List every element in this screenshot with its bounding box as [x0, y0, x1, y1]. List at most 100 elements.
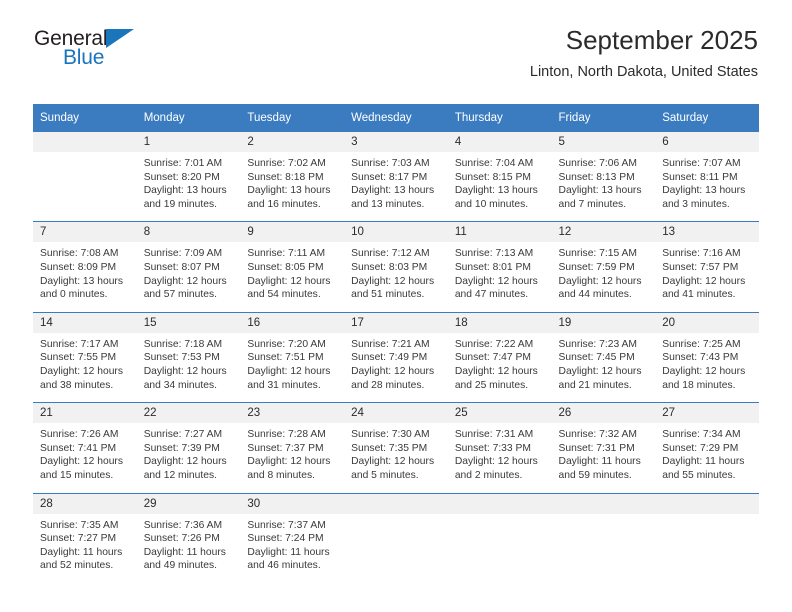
day-detail-text: Sunrise: 7:23 AM Sunset: 7:45 PM Daylight:… [552, 333, 656, 402]
day-detail-line: and 52 minutes. [40, 560, 114, 572]
day-detail-line: Daylight: 12 hours [351, 456, 435, 468]
day-number [551, 493, 656, 514]
day-number: 24 [344, 403, 448, 424]
day-detail-line: Sunset: 7:26 PM [143, 533, 220, 545]
day-detail-text: Sunrise: 7:25 AM Sunset: 7:43 PM Daylight:… [655, 333, 759, 402]
day-detail-line: Sunset: 7:41 PM [40, 442, 117, 454]
weekday-header-saturday: Saturday [655, 104, 759, 132]
day-detail-text: Sunrise: 7:16 AM Sunset: 7:57 PM Daylight:… [655, 242, 759, 311]
day-detail-line: Daylight: 13 hours [247, 185, 331, 197]
calendar-day-cell[interactable]: 8 Sunrise: 7:09 AM Sunset: 8:07 PM Daylight… [136, 221, 241, 313]
day-detail-text: Sunrise: 7:04 AM Sunset: 8:15 PM Daylight:… [448, 152, 552, 221]
day-detail-line: Daylight: 12 hours [558, 275, 642, 287]
calendar-body: 1 Sunrise: 7:01 AM Sunset: 8:20 PM Daylight… [33, 132, 759, 583]
day-number [344, 493, 448, 514]
day-detail-line: Sunset: 7:31 PM [558, 442, 635, 454]
calendar-day-cell[interactable]: 24 Sunrise: 7:30 AM Sunset: 7:35 PM Dayligh… [344, 402, 448, 493]
calendar-day-cell[interactable]: 13 Sunrise: 7:16 AM Sunset: 7:57 PM Dayligh… [655, 221, 759, 313]
calendar-day-cell[interactable]: 19 Sunrise: 7:23 AM Sunset: 7:45 PM Dayligh… [551, 311, 656, 403]
calendar-day-cell[interactable]: 16 Sunrise: 7:20 AM Sunset: 7:51 PM Dayligh… [240, 311, 345, 403]
day-detail-text: Sunrise: 7:34 AM Sunset: 7:29 PM Daylight:… [655, 423, 759, 492]
day-detail-line: Sunrise: 7:36 AM [143, 519, 223, 531]
calendar-day-cell[interactable]: 26 Sunrise: 7:32 AM Sunset: 7:31 PM Dayligh… [551, 402, 656, 493]
day-detail-line: Sunrise: 7:02 AM [247, 158, 326, 169]
day-number: 6 [655, 132, 759, 152]
calendar-cell-empty [447, 492, 552, 583]
calendar-day-cell[interactable]: 2 Sunrise: 7:02 AM Sunset: 8:18 PM Daylight… [240, 132, 345, 222]
logo-triangle-icon [106, 29, 135, 48]
calendar-day-cell[interactable]: 23 Sunrise: 7:28 AM Sunset: 7:37 PM Dayligh… [240, 402, 345, 493]
day-number: 11 [447, 222, 552, 243]
day-detail-text: Sunrise: 7:26 AM Sunset: 7:41 PM Daylight:… [33, 423, 137, 492]
day-detail-line: Sunrise: 7:09 AM [143, 248, 223, 260]
calendar-day-cell[interactable]: 4 Sunrise: 7:04 AM Sunset: 8:15 PM Daylight… [447, 132, 552, 222]
calendar-day-cell[interactable]: 21 Sunrise: 7:26 AM Sunset: 7:41 PM Dayligh… [33, 402, 137, 493]
calendar-day-cell[interactable]: 6 Sunrise: 7:07 AM Sunset: 8:11 PM Daylight… [655, 132, 759, 222]
calendar-day-cell[interactable]: 5 Sunrise: 7:06 AM Sunset: 8:13 PM Daylight… [551, 132, 656, 222]
day-number [655, 493, 759, 514]
calendar-page: General Blue September 2025 Linton, Nort… [0, 0, 792, 612]
calendar-day-cell[interactable]: 14 Sunrise: 7:17 AM Sunset: 7:55 PM Dayligh… [33, 311, 137, 403]
day-detail-line: Sunset: 7:49 PM [351, 352, 428, 364]
calendar-day-cell[interactable]: 18 Sunrise: 7:22 AM Sunset: 7:47 PM Dayligh… [447, 311, 552, 403]
day-detail-line: Daylight: 13 hours [454, 185, 538, 197]
day-detail-line: Sunset: 7:35 PM [351, 442, 428, 454]
day-detail-line: Sunrise: 7:12 AM [351, 248, 430, 260]
day-detail-line: and 28 minutes. [351, 379, 425, 391]
day-detail-text: Sunrise: 7:07 AM Sunset: 8:11 PM Daylight:… [655, 152, 759, 221]
calendar-day-cell[interactable]: 9 Sunrise: 7:11 AM Sunset: 8:05 PM Daylight… [240, 221, 345, 313]
calendar-week-row: 21 Sunrise: 7:26 AM Sunset: 7:41 PM Dayligh… [33, 402, 759, 493]
day-detail-line: Daylight: 13 hours [558, 185, 642, 197]
day-detail-text: Sunrise: 7:30 AM Sunset: 7:35 PM Daylight:… [344, 423, 448, 492]
day-detail-line: Sunrise: 7:31 AM [454, 429, 534, 441]
calendar-day-cell[interactable]: 25 Sunrise: 7:31 AM Sunset: 7:33 PM Dayligh… [447, 402, 552, 493]
day-detail-line: Daylight: 12 hours [143, 456, 227, 468]
calendar-day-cell[interactable]: 11 Sunrise: 7:13 AM Sunset: 8:01 PM Dayligh… [447, 221, 552, 313]
day-detail-line: and 55 minutes. [662, 469, 736, 481]
day-number: 21 [33, 403, 137, 424]
calendar-day-cell[interactable]: 20 Sunrise: 7:25 AM Sunset: 7:43 PM Dayligh… [655, 311, 759, 403]
calendar-day-cell[interactable]: 15 Sunrise: 7:18 AM Sunset: 7:53 PM Dayligh… [136, 311, 241, 403]
calendar-day-cell[interactable]: 3 Sunrise: 7:03 AM Sunset: 8:17 PM Daylight… [344, 132, 448, 222]
day-detail-line: Sunset: 8:13 PM [558, 171, 635, 183]
day-detail-text [33, 152, 137, 210]
day-detail-line: Sunrise: 7:01 AM [143, 158, 223, 169]
day-number: 30 [240, 493, 345, 514]
calendar-day-cell[interactable]: 10 Sunrise: 7:12 AM Sunset: 8:03 PM Dayligh… [344, 221, 448, 313]
calendar-day-cell[interactable]: 22 Sunrise: 7:27 AM Sunset: 7:39 PM Dayligh… [136, 402, 241, 493]
day-detail-text: Sunrise: 7:32 AM Sunset: 7:31 PM Daylight:… [552, 423, 656, 492]
day-detail-text [552, 514, 656, 572]
calendar-day-cell[interactable]: 29 Sunrise: 7:36 AM Sunset: 7:26 PM Dayligh… [136, 492, 241, 583]
day-detail-line: Sunset: 7:45 PM [558, 352, 635, 364]
calendar-day-cell[interactable]: 30 Sunrise: 7:37 AM Sunset: 7:24 PM Dayligh… [240, 492, 345, 583]
day-detail-line: Sunset: 8:15 PM [454, 171, 531, 183]
calendar-day-cell[interactable]: 12 Sunrise: 7:15 AM Sunset: 7:59 PM Dayligh… [551, 221, 656, 313]
day-detail-text: Sunrise: 7:20 AM Sunset: 7:51 PM Daylight:… [240, 333, 344, 402]
day-number: 12 [551, 222, 656, 243]
day-number: 29 [136, 493, 241, 514]
day-detail-line: and 18 minutes. [662, 379, 736, 391]
day-detail-line: Daylight: 12 hours [351, 275, 435, 287]
calendar-day-cell[interactable]: 28 Sunrise: 7:35 AM Sunset: 7:27 PM Dayligh… [33, 492, 137, 583]
day-number: 8 [136, 222, 241, 243]
day-number: 16 [240, 312, 345, 333]
day-detail-line: Sunrise: 7:20 AM [247, 338, 326, 350]
calendar-day-cell[interactable]: 27 Sunrise: 7:34 AM Sunset: 7:29 PM Dayligh… [655, 402, 759, 493]
day-detail-line: Daylight: 11 hours [558, 456, 641, 468]
calendar-day-cell[interactable]: 17 Sunrise: 7:21 AM Sunset: 7:49 PM Dayligh… [344, 311, 448, 403]
day-detail-line: Sunrise: 7:07 AM [662, 158, 741, 169]
day-detail-line: and 44 minutes. [558, 289, 632, 301]
day-detail-text: Sunrise: 7:08 AM Sunset: 8:09 PM Daylight:… [33, 242, 137, 311]
day-detail-text: Sunrise: 7:03 AM Sunset: 8:17 PM Daylight:… [344, 152, 448, 221]
day-detail-line: Daylight: 11 hours [40, 546, 123, 558]
calendar-week-row: 14 Sunrise: 7:17 AM Sunset: 7:55 PM Dayligh… [33, 311, 759, 403]
day-detail-line: and 5 minutes. [351, 469, 419, 481]
calendar-header-row: Sunday Monday Tuesday Wednesday Thursday Frid… [33, 104, 759, 132]
calendar-day-cell[interactable]: 7 Sunrise: 7:08 AM Sunset: 8:09 PM Daylight… [33, 221, 137, 313]
day-detail-line: Sunrise: 7:18 AM [143, 338, 223, 350]
calendar-cell-empty [33, 132, 137, 222]
day-detail-line: Sunrise: 7:06 AM [558, 158, 637, 169]
day-detail-line: Sunset: 8:07 PM [143, 261, 220, 273]
calendar-day-cell[interactable]: 1 Sunrise: 7:01 AM Sunset: 8:20 PM Daylight… [136, 132, 241, 222]
day-number: 26 [551, 403, 656, 424]
